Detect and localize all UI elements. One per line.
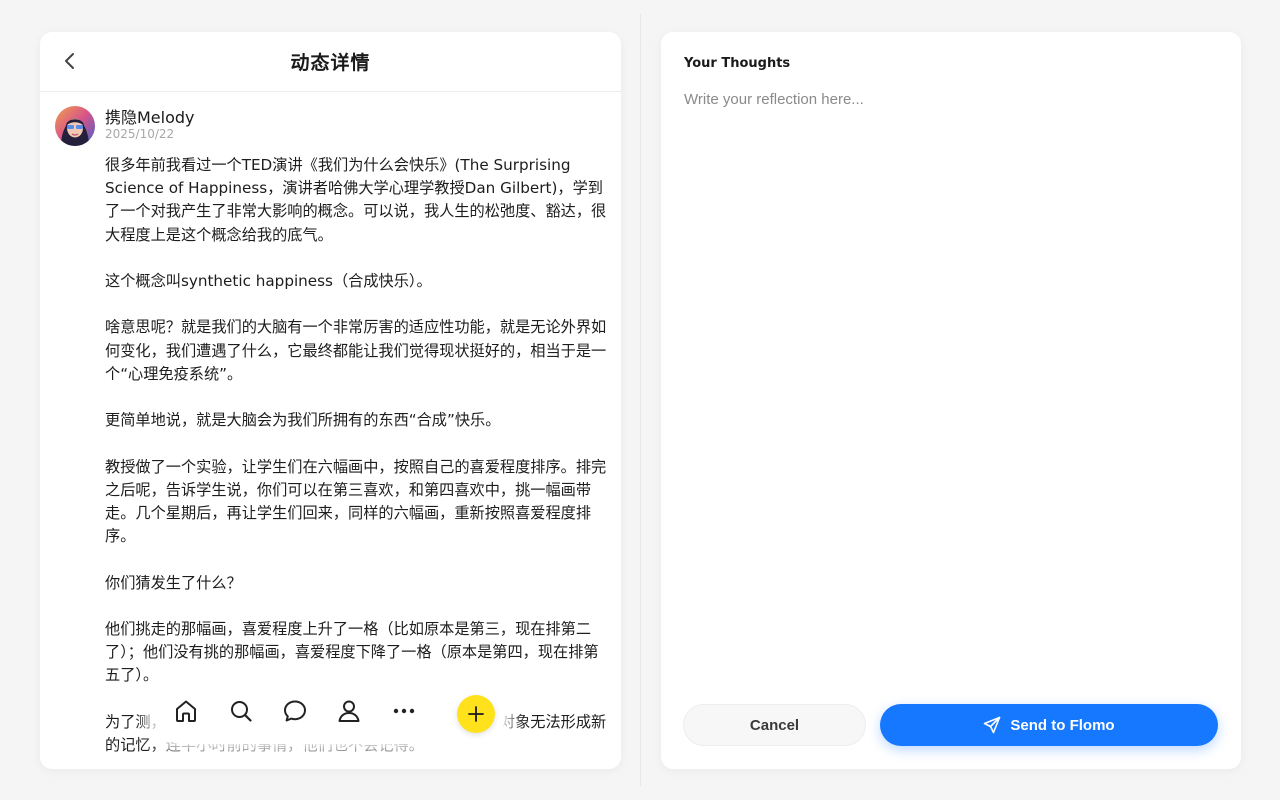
thoughts-panel: Your Thoughts Cancel Send to Flomo: [661, 32, 1241, 769]
page-title: 动态详情: [290, 52, 371, 74]
send-to-flomo-button[interactable]: Send to Flomo: [880, 704, 1218, 746]
post-date: 2025/10/22: [105, 127, 175, 141]
cancel-button[interactable]: Cancel: [683, 704, 866, 746]
panel-divider: [640, 14, 641, 786]
thoughts-label: Your Thoughts: [684, 56, 791, 71]
post-paragraph: 他们挑走的那幅画，喜爱程度上升了一格（比如原本是第三，现在排第二了）；他们没有挑…: [105, 619, 599, 685]
post-body: 很多年前我看过一个TED演讲《我们为什么会快乐》(The Surprising …: [105, 154, 609, 769]
post-detail-header: 动态详情: [40, 32, 621, 92]
home-icon: [176, 700, 196, 722]
profile-icon: [338, 700, 360, 722]
post-detail-panel: 动态详情 携隐Melody 2025/10/22 很多年前我看过一个TED演讲《…: [40, 32, 621, 769]
nav-home-button[interactable]: [169, 694, 203, 728]
post-paragraph: 教授做了一个实验，让学生们在六幅画中，按照自己的喜爱程度排序。排完之后呢，告诉学…: [105, 457, 607, 546]
post-paragraph: 你们猜发生了什么？: [105, 573, 242, 592]
search-icon: [231, 701, 252, 722]
avatar[interactable]: [55, 106, 95, 146]
plus-icon: [468, 706, 484, 722]
bottom-nav: [155, 690, 505, 744]
nav-search-button[interactable]: [224, 694, 258, 728]
nav-messages-button[interactable]: [278, 694, 312, 728]
chevron-left-icon: [65, 53, 74, 69]
nav-more-button[interactable]: [387, 694, 421, 728]
cancel-button-label: Cancel: [749, 716, 800, 734]
send-icon: [984, 716, 1001, 734]
post-paragraph: 更简单地说，就是大脑会为我们所拥有的东西“合成”快乐。: [105, 411, 501, 430]
post-author[interactable]: 携隐Melody: [105, 104, 195, 128]
send-button-label: Send to Flomo: [1010, 716, 1115, 734]
post-paragraph: 啥意思呢？就是我们的大脑有一个非常厉害的适应性功能，就是无论外界如何变化，我们遭…: [105, 318, 607, 383]
nav-profile-button[interactable]: [332, 694, 366, 728]
post-paragraph: 这个概念叫synthetic happiness（合成快乐）。: [105, 272, 432, 290]
more-icon: [393, 708, 415, 714]
chat-icon: [284, 700, 306, 722]
post-paragraph: 很多年前我看过一个TED演讲《我们为什么会快乐》(The Surprising …: [105, 156, 607, 244]
post-card: 携隐Melody 2025/10/22 很多年前我看过一个TED演讲《我们为什么…: [40, 93, 621, 769]
back-button[interactable]: [56, 47, 84, 75]
reflection-input[interactable]: [681, 84, 1221, 684]
create-post-button[interactable]: [457, 695, 495, 733]
